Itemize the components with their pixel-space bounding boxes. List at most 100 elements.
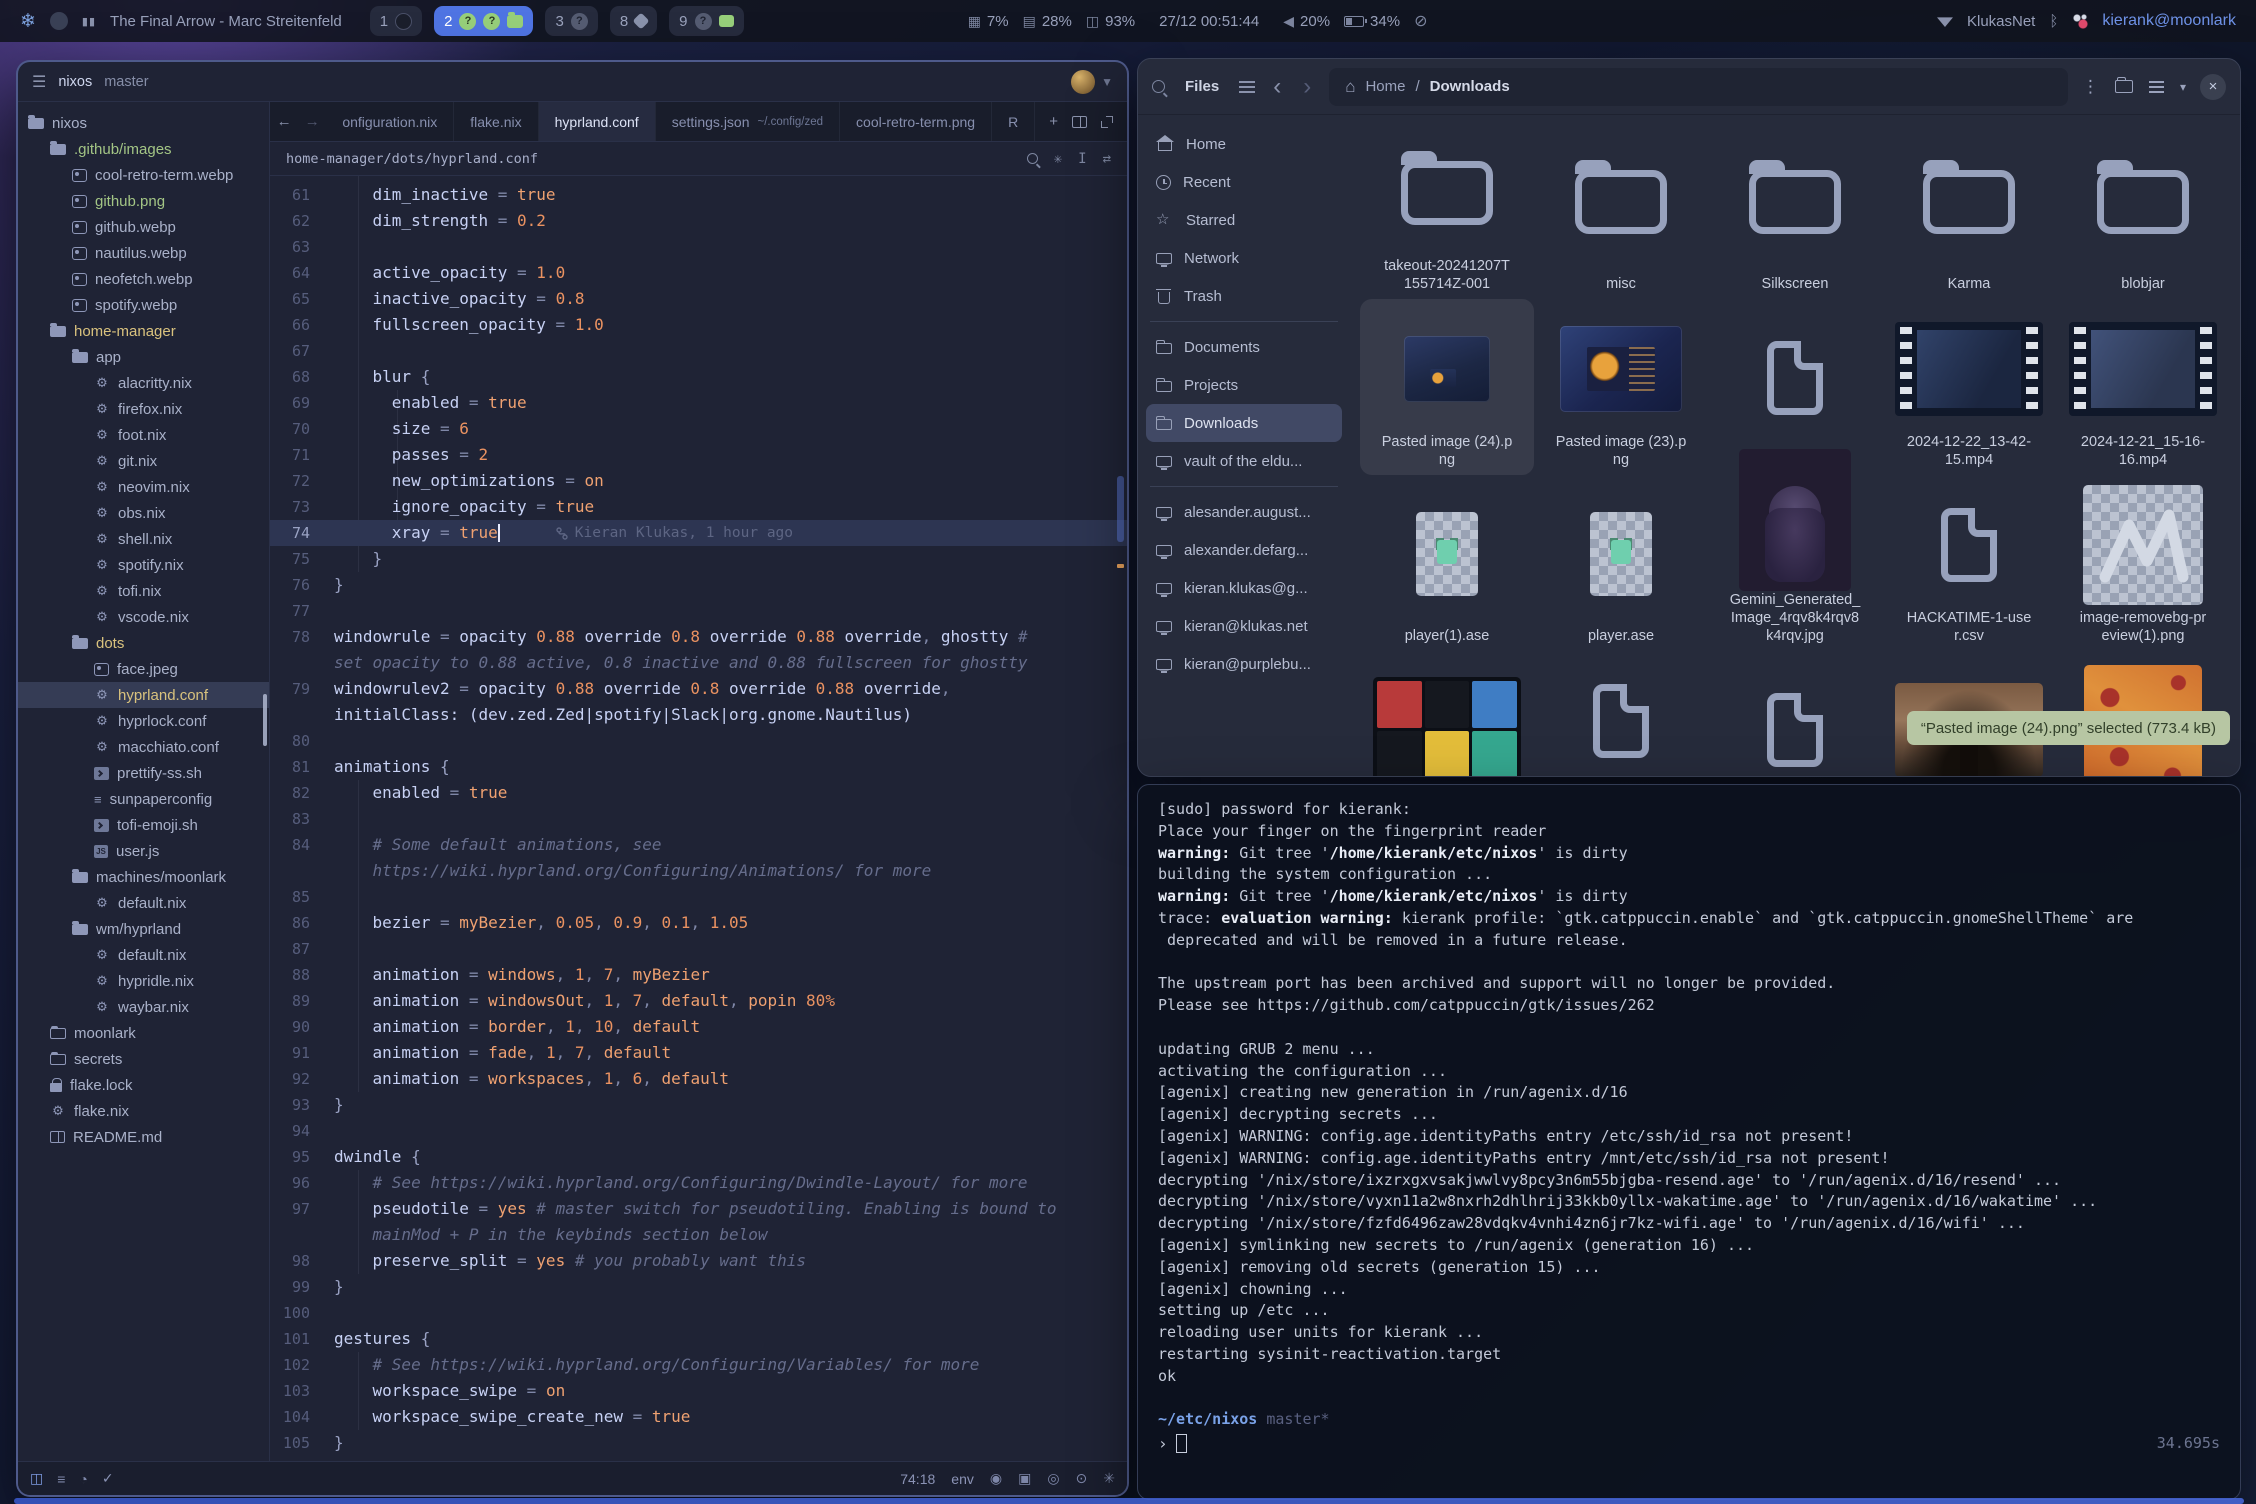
workspace-3[interactable]: 3 <box>545 6 597 36</box>
tree-item[interactable]: cool-retro-term.webp <box>18 162 269 188</box>
code-line[interactable]: 85 <box>270 884 1127 910</box>
tree-item[interactable]: obs.nix <box>18 500 269 526</box>
kebab-menu-icon[interactable]: ⋮ <box>2082 77 2099 97</box>
tree-item[interactable]: default.nix <box>18 890 269 916</box>
project-name[interactable]: nixos <box>58 74 92 90</box>
tree-item[interactable]: foot.nix <box>18 422 269 448</box>
code-line[interactable]: 101gestures { <box>270 1326 1127 1352</box>
tree-item[interactable]: moonlark <box>18 1020 269 1046</box>
sidebar-item-downloads[interactable]: Downloads <box>1146 404 1342 442</box>
tree-item[interactable]: waybar.nix <box>18 994 269 1020</box>
tree-item[interactable]: machines/moonlark <box>18 864 269 890</box>
sidebar-item-documents[interactable]: Documents <box>1146 328 1342 366</box>
tree-item[interactable]: user.js <box>18 838 269 864</box>
code-line[interactable]: 99} <box>270 1274 1127 1300</box>
magic-icon[interactable]: ✳ <box>1054 151 1062 167</box>
code-line[interactable]: 104 workspace_swipe_create_new = true <box>270 1404 1127 1430</box>
nav-forward-icon[interactable]: → <box>298 102 326 141</box>
tree-item[interactable]: hyprland.conf <box>18 682 269 708</box>
tree-item[interactable]: nixos <box>18 110 269 136</box>
code-editor[interactable]: 6061 dim_inactive = true62 dim_strength … <box>270 176 1127 1461</box>
chevron-down-icon[interactable]: ▼ <box>1101 75 1113 89</box>
breadcrumb[interactable]: home-manager/dots/hyprland.conf <box>286 151 538 167</box>
avatar[interactable] <box>1071 70 1095 94</box>
code-line[interactable]: 77 <box>270 598 1127 624</box>
split-pane-icon[interactable] <box>1072 116 1087 128</box>
tab-r[interactable]: R <box>992 102 1035 141</box>
view-toggle-icon[interactable] <box>2149 81 2164 93</box>
code-line[interactable]: 82 enabled = true <box>270 780 1127 806</box>
file-item[interactable]: DoubloonLeaderboard.csv <box>1534 651 1708 776</box>
chat-icon[interactable]: ◎ <box>1047 1470 1059 1487</box>
code-line[interactable]: 68 blur { <box>270 364 1127 390</box>
code-line[interactable]: 88 animation = windows, 1, 7, myBezier <box>270 962 1127 988</box>
tree-item[interactable]: prettify-ss.sh <box>18 760 269 786</box>
file-item[interactable]: 2024-12-22_13-42-15.mp4 <box>1882 299 2056 475</box>
zoom-pane-icon[interactable] <box>1101 116 1113 128</box>
view-chevron-icon[interactable]: ▾ <box>2180 80 2186 94</box>
clock[interactable]: 27/12 00:51:44 <box>1159 13 1259 30</box>
new-tab-icon[interactable]: + <box>1049 113 1058 130</box>
file-item[interactable]: Karma <box>1882 123 2056 299</box>
media-title[interactable]: The Final Arrow - Marc Streitenfeld <box>110 13 342 30</box>
sidebar-item-recent[interactable]: Recent <box>1146 163 1342 201</box>
code-line[interactable]: 84 # Some default animations, see <box>270 832 1127 858</box>
editor-scrollbar[interactable] <box>1117 476 1124 542</box>
code-line[interactable]: 76} <box>270 572 1127 598</box>
wifi-icon[interactable] <box>1937 15 1953 27</box>
tray-icon[interactable] <box>2072 13 2088 29</box>
sidebar-item-home[interactable]: Home <box>1146 125 1342 163</box>
sidebar-item-alexander-defarg-[interactable]: alexander.defarg... <box>1146 531 1342 569</box>
code-line[interactable]: 79windowrulev2 = opacity 0.88 override 0… <box>270 676 1127 702</box>
code-line[interactable]: 102 # See https://wiki.hyprland.org/Conf… <box>270 1352 1127 1378</box>
file-item[interactable]: wrapped.png <box>1360 651 1534 776</box>
tree-item[interactable]: spotify.nix <box>18 552 269 578</box>
cursor-mode-icon[interactable]: I <box>1078 151 1086 167</box>
copilot-icon[interactable]: ◉ <box>990 1470 1002 1487</box>
tree-item[interactable]: alacritty.nix <box>18 370 269 396</box>
files-headerbar[interactable]: Files ‹ › ⌂ Home / Downloads ⋮ ▾ × <box>1138 59 2240 115</box>
tree-item[interactable]: hyprlock.conf <box>18 708 269 734</box>
project-panel-icon[interactable]: ◫ <box>30 1470 43 1487</box>
terminal-toggle-icon[interactable]: ▣ <box>1018 1470 1031 1487</box>
tree-item[interactable]: github.png <box>18 188 269 214</box>
tree-item[interactable]: dots <box>18 630 269 656</box>
cursor-position[interactable]: 74:18 <box>900 1471 935 1487</box>
workspace-9[interactable]: 9 <box>669 6 743 36</box>
tree-item[interactable]: shell.nix <box>18 526 269 552</box>
code-line[interactable]: mainMod + P in the keybinds section belo… <box>270 1222 1127 1248</box>
code-line[interactable]: 86 bezier = myBezier, 0.05, 0.9, 0.1, 1.… <box>270 910 1127 936</box>
code-line[interactable]: 63 <box>270 234 1127 260</box>
file-item[interactable]: 2024-12-21_15-16-16.mp4 <box>2056 299 2230 475</box>
tree-item[interactable]: wm/hyprland <box>18 916 269 942</box>
code-line[interactable]: 87 <box>270 936 1127 962</box>
file-item[interactable]: Gemini_Generated_Image_4rqv8k4rqv8k4rqv.… <box>1708 475 1882 651</box>
file-item[interactable]: takeout-20241207T155714Z-001 <box>1360 123 1534 299</box>
code-line[interactable]: 78windowrule = opacity 0.88 override 0.8… <box>270 624 1127 650</box>
tree-item[interactable]: github.webp <box>18 214 269 240</box>
editor-titlebar[interactable]: ☰ nixos master ▼ <box>18 62 1127 102</box>
tree-item[interactable]: README.md <box>18 1124 269 1150</box>
sidebar-item-kieran-klukas-net[interactable]: kieran@klukas.net <box>1146 607 1342 645</box>
mic-muted-icon[interactable]: ⊘ <box>1414 11 1427 31</box>
outline-icon[interactable]: ≡ <box>57 1471 65 1487</box>
code-line[interactable]: 62 dim_strength = 0.2 <box>270 208 1127 234</box>
volume-stat[interactable]: ◀20% <box>1283 13 1330 30</box>
tree-item[interactable]: .github/images <box>18 136 269 162</box>
code-line[interactable]: 69 enabled = true <box>270 390 1127 416</box>
media-app-icon[interactable] <box>50 12 68 30</box>
file-item[interactable]: image-removebg-preview(1).png <box>2056 475 2230 651</box>
code-line[interactable]: 90 animation = border, 1, 10, default <box>270 1014 1127 1040</box>
code-line[interactable]: 61 dim_inactive = true <box>270 182 1127 208</box>
code-line[interactable]: 64 active_opacity = 1.0 <box>270 260 1127 286</box>
network-name[interactable]: KlukasNet <box>1967 13 2035 30</box>
sidebar-item-alesander-august-[interactable]: alesander.august... <box>1146 493 1342 531</box>
forward-icon[interactable]: › <box>1299 75 1315 99</box>
tree-item[interactable]: tofi-emoji.sh <box>18 812 269 838</box>
nixos-logo-icon[interactable]: ❄ <box>20 10 36 33</box>
files-menu-icon[interactable] <box>1239 81 1255 93</box>
code-line[interactable]: 81animations { <box>270 754 1127 780</box>
code-line[interactable]: 98 preserve_split = yes # you probably w… <box>270 1248 1127 1274</box>
code-line[interactable]: 74 xray = trueKieran Klukas, 1 hour ago <box>270 520 1127 546</box>
tree-item[interactable]: tofi.nix <box>18 578 269 604</box>
